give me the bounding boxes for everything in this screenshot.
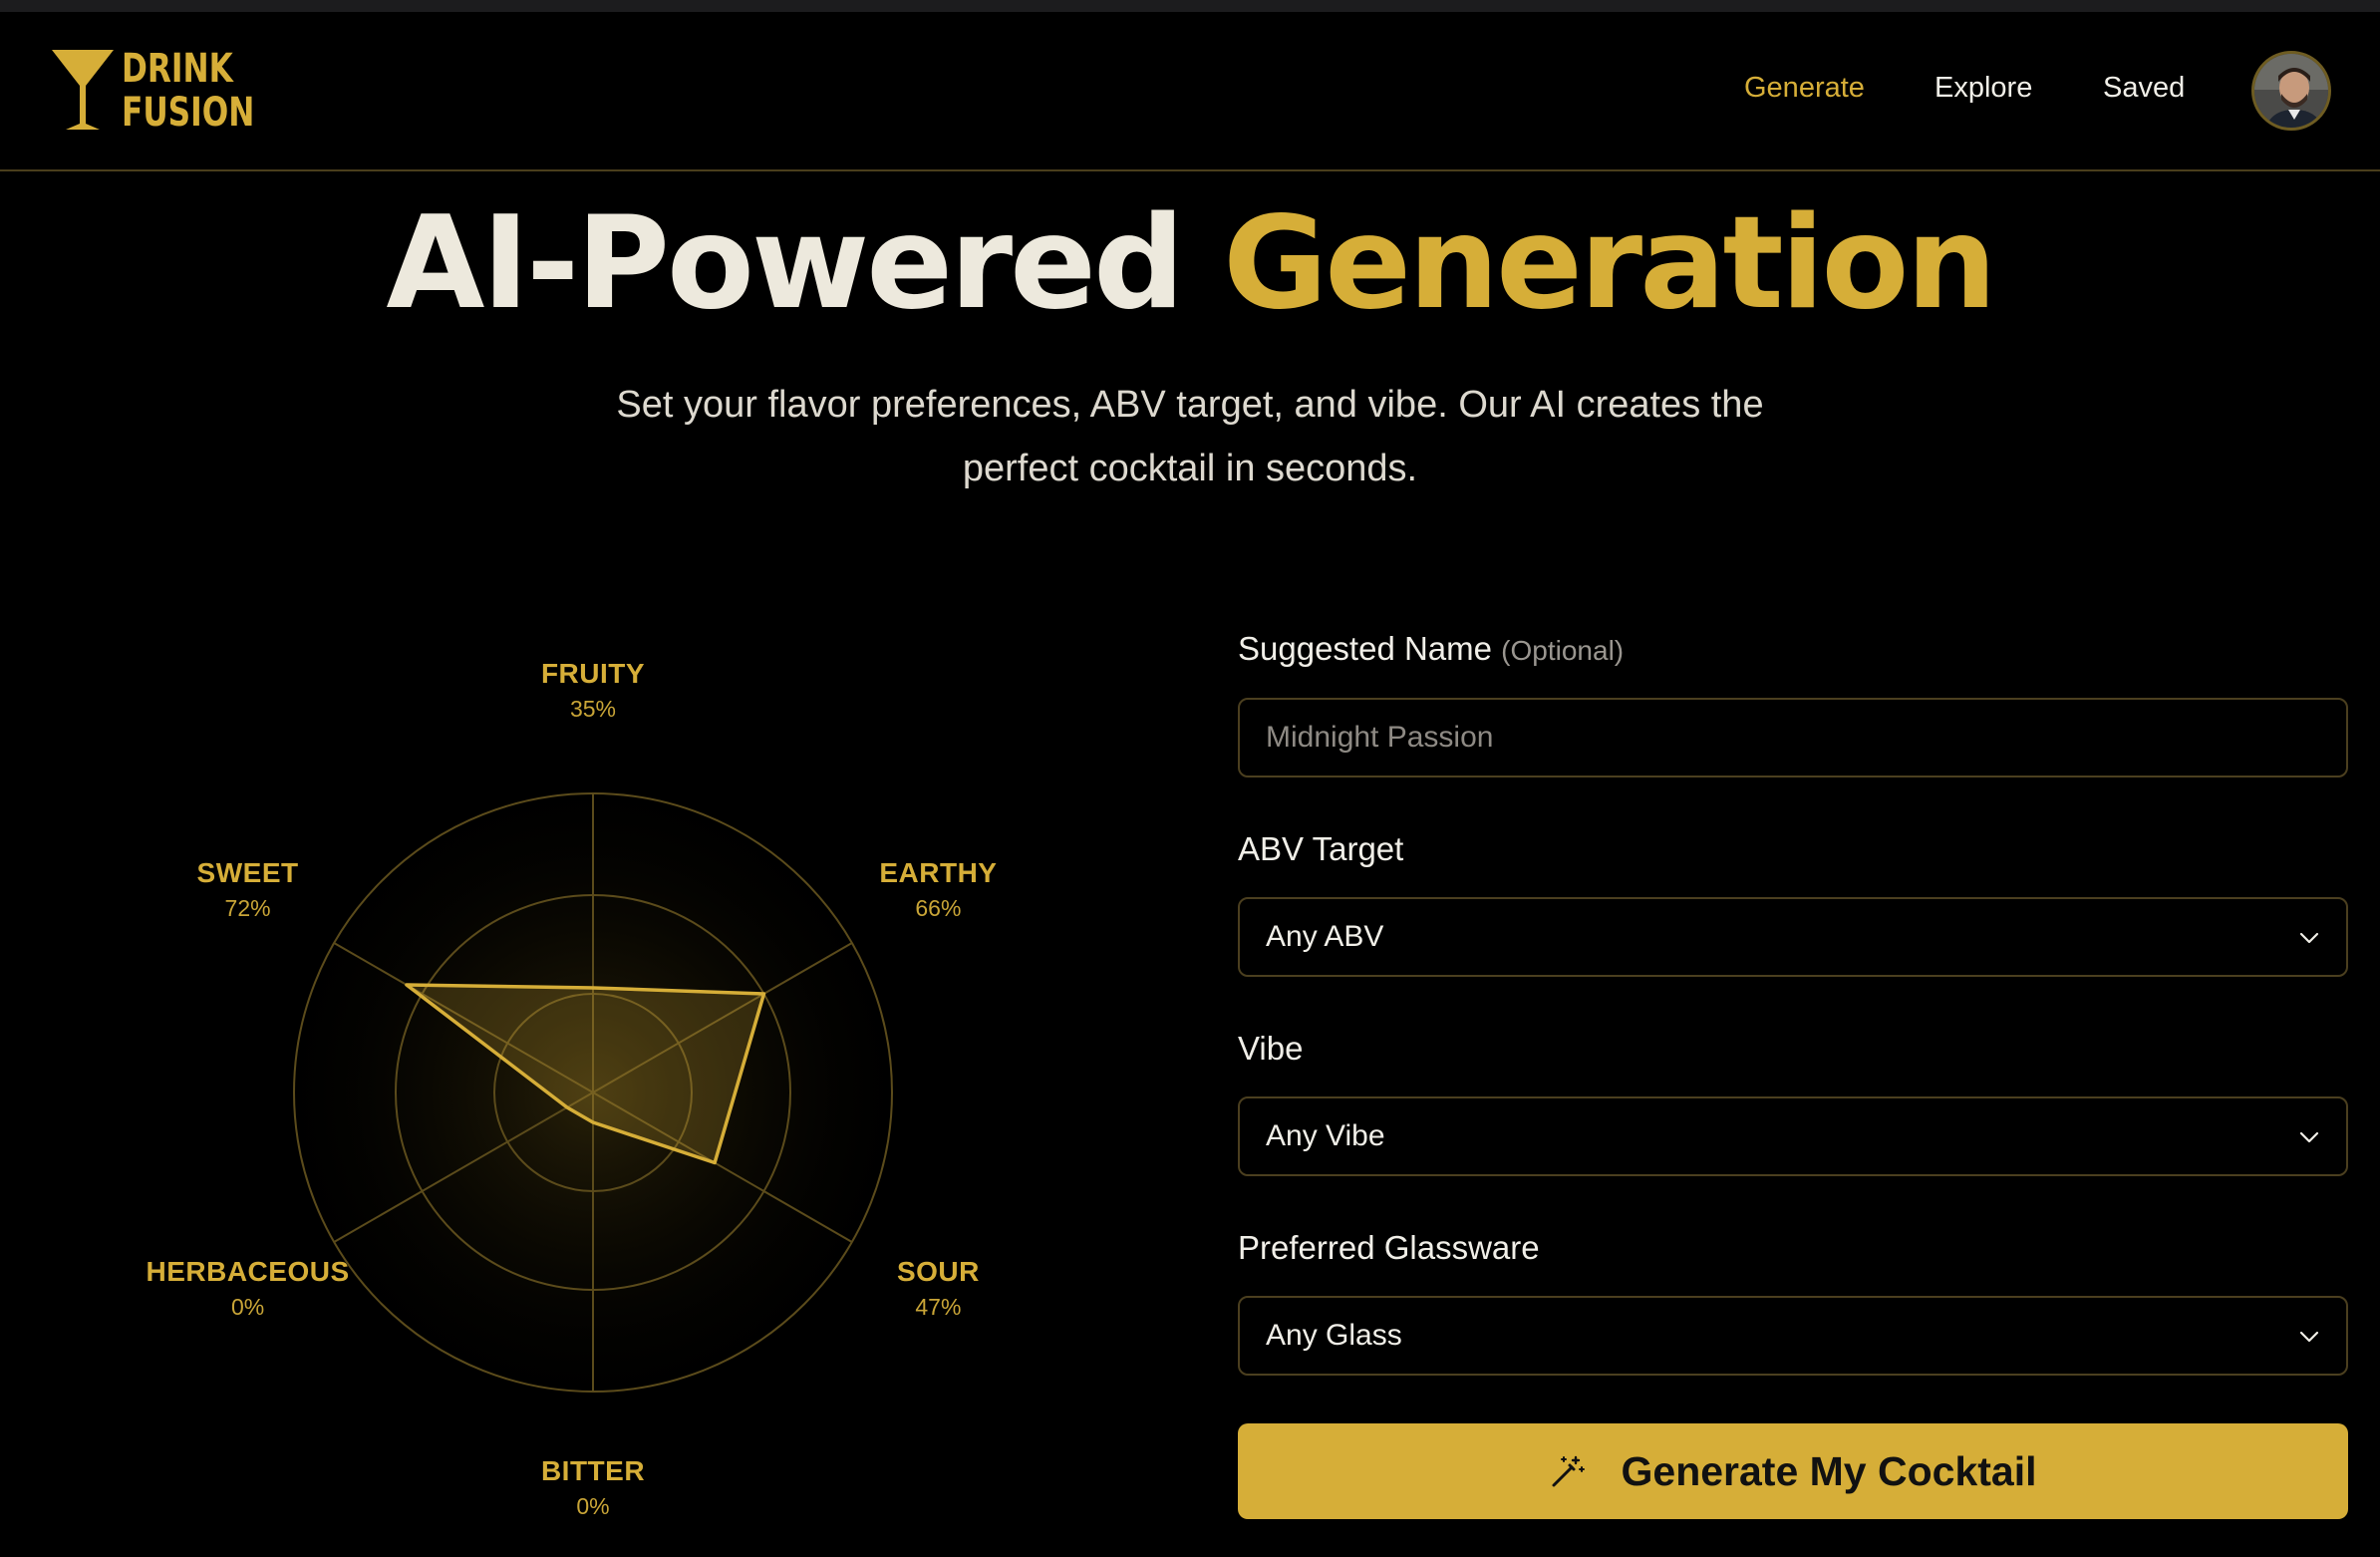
axis-percent: 72% <box>224 895 271 921</box>
suggested-name-input[interactable]: Midnight Passion <box>1238 698 2348 778</box>
nav-generate[interactable]: Generate <box>1744 72 1865 105</box>
page-subtitle-line2: perfect cocktail in seconds. <box>962 448 1418 489</box>
axis-label-earthy: EARTHY 66% <box>818 857 1057 922</box>
brand-name-line1: DRINK <box>122 46 233 92</box>
generate-cocktail-label: Generate My Cocktail <box>1621 1447 2037 1494</box>
axis-percent: 0% <box>230 1294 265 1320</box>
axis-label-sour: SOUR 47% <box>818 1256 1057 1321</box>
axis-name: EARTHY <box>879 857 998 888</box>
glassware-value: Any Glass <box>1266 1319 1402 1352</box>
chevron-down-icon <box>2299 1131 2319 1143</box>
page-title-part2: Generation <box>1223 189 1996 338</box>
axis-name: BITTER <box>540 1455 646 1486</box>
axis-label-sweet: SWEET 72% <box>129 857 368 922</box>
user-avatar[interactable] <box>2251 51 2331 131</box>
brand-name-line2: FUSION <box>122 90 255 136</box>
axis-name: SOUR <box>896 1256 980 1287</box>
page-title: AI-Powered Generation <box>0 189 2380 339</box>
magic-wand-icon <box>1552 1455 1585 1487</box>
flavor-radar-svg[interactable] <box>0 638 1196 1557</box>
axis-name: HERBACEOUS <box>146 1256 350 1287</box>
martini-glass-icon <box>52 50 114 130</box>
suggested-name-label: Suggested Name (Optional) <box>1238 630 1624 668</box>
page-subtitle: Set your flavor preferences, ABV target,… <box>498 373 1882 500</box>
suggested-name-placeholder: Midnight Passion <box>1266 721 1494 754</box>
flavor-radar-chart[interactable]: FRUITY 35% EARTHY 66% SOUR 47% BITTER 0% HERBACE… <box>0 638 1196 1557</box>
nav-saved[interactable]: Saved <box>2103 72 2185 105</box>
chevron-down-icon <box>2299 932 2319 944</box>
axis-percent: 0% <box>576 1493 610 1519</box>
glassware-label: Preferred Glassware <box>1238 1229 1540 1266</box>
vibe-value: Any Vibe <box>1266 1119 1385 1152</box>
page-title-part1: AI-Powered <box>386 189 1184 338</box>
axis-name: FRUITY <box>540 658 646 689</box>
axis-percent: 47% <box>915 1294 962 1320</box>
nav-explore[interactable]: Explore <box>1934 72 2032 105</box>
abv-target-select[interactable]: Any ABV <box>1238 897 2348 977</box>
axis-label-bitter: BITTER 0% <box>473 1455 713 1520</box>
generate-cocktail-button[interactable]: Generate My Cocktail <box>1238 1423 2348 1519</box>
window-top-strip <box>0 0 2380 12</box>
axis-label-fruity: FRUITY 35% <box>473 658 713 723</box>
axis-name: SWEET <box>196 857 299 888</box>
brand-logo[interactable]: DRINK FUSION <box>50 46 292 136</box>
axis-percent: 35% <box>569 696 617 722</box>
page-subtitle-line1: Set your flavor preferences, ABV target,… <box>616 384 1764 426</box>
chevron-down-icon <box>2299 1331 2319 1343</box>
optional-hint: (Optional) <box>1501 635 1625 666</box>
vibe-select[interactable]: Any Vibe <box>1238 1096 2348 1176</box>
abv-target-value: Any ABV <box>1266 920 1384 953</box>
axis-label-herbaceous: HERBACEOUS 0% <box>129 1256 368 1321</box>
vibe-label: Vibe <box>1238 1030 1304 1067</box>
glassware-select[interactable]: Any Glass <box>1238 1296 2348 1376</box>
user-avatar-icon <box>2254 54 2328 128</box>
axis-percent: 66% <box>915 895 962 921</box>
suggested-name-label-text: Suggested Name <box>1238 630 1492 667</box>
brand-name: DRINK FUSION <box>122 47 254 135</box>
top-navbar: DRINK FUSION Generate Explore Saved <box>0 12 2380 171</box>
abv-target-label: ABV Target <box>1238 830 1404 867</box>
